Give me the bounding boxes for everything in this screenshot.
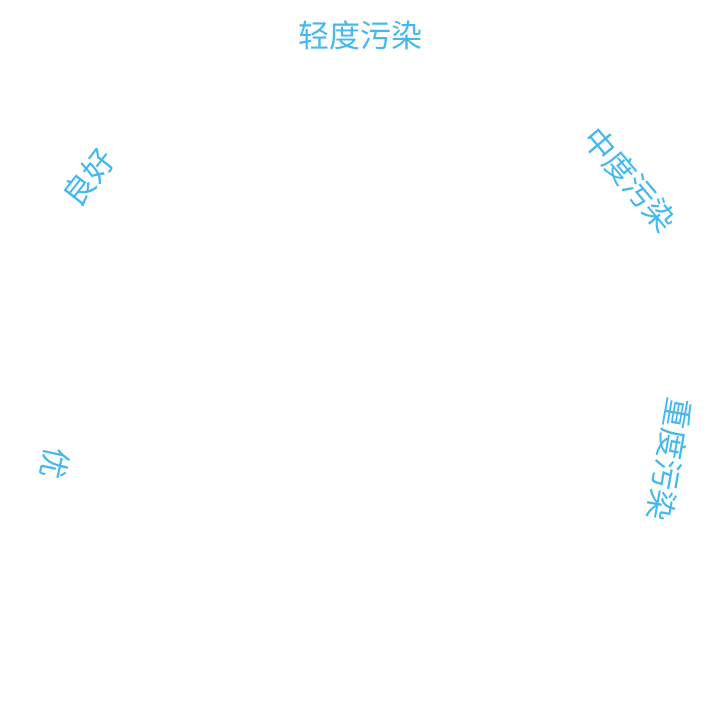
level-label-good: 良好 — [56, 142, 123, 214]
air-quality-gauge: 优 良好 轻度污染 中度污染 重度污染 — [0, 0, 720, 720]
level-label-heavy-pollution: 重度污染 — [638, 393, 696, 523]
level-label-moderate-pollution: 中度污染 — [574, 120, 683, 239]
level-label-excellent: 优 — [31, 443, 74, 482]
level-label-light-pollution: 轻度污染 — [298, 18, 422, 55]
